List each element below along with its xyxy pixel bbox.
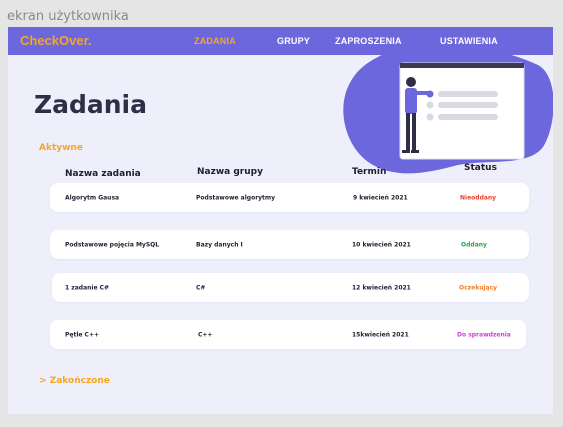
task-name: 1 zadanie C# <box>65 284 110 291</box>
table-row[interactable]: Pętle C++ C++ 15kwiecień 2021 Do sprawdz… <box>50 320 526 349</box>
deadline: 15kwiecień 2021 <box>352 331 409 338</box>
frame-label: ekran użytkownika <box>7 9 129 24</box>
status-badge: Oddany <box>461 241 487 248</box>
section-finished-toggle[interactable]: > Zakończone <box>39 376 110 386</box>
top-navigation-bar: CheckOver. ZADANIA GRUPY ZAPROSZENIA UST… <box>8 27 553 55</box>
nav-item-zadania[interactable]: ZADANIA <box>194 36 236 46</box>
task-name: Pętle C++ <box>65 331 100 338</box>
table-row[interactable]: Algorytm Gausa Podstawowe algorytmy 9 kw… <box>50 183 529 212</box>
column-header-task: Nazwa zadania <box>65 169 141 179</box>
column-header-status: Status <box>464 163 497 173</box>
table-row[interactable]: 1 zadanie C# C# 12 kwiecień 2021 Oczekuj… <box>52 273 529 302</box>
column-header-group: Nazwa grupy <box>197 167 263 177</box>
nav-item-ustawienia[interactable]: USTAWIENIA <box>440 36 498 46</box>
nav-item-zaproszenia[interactable]: ZAPROSZENIA <box>335 36 402 46</box>
table-row[interactable]: Podstawowe pojęcia MySQL Bazy danych I 1… <box>50 230 529 259</box>
status-badge: Do sprawdzenia <box>457 331 511 338</box>
task-name: Algorytm Gausa <box>65 194 120 201</box>
app-window: CheckOver. ZADANIA GRUPY ZAPROSZENIA UST… <box>8 27 553 414</box>
column-header-deadline: Termin <box>352 167 387 177</box>
status-badge: Oczekujący <box>459 284 498 291</box>
group-name: Bazy danych I <box>196 241 243 248</box>
deadline: 12 kwiecień 2021 <box>352 284 411 291</box>
deadline: 10 kwiecień 2021 <box>352 241 411 248</box>
illustration <box>343 47 553 174</box>
deadline: 9 kwiecień 2021 <box>353 194 408 201</box>
status-badge: Nieoddany <box>460 194 497 201</box>
task-name: Podstawowe pojęcia MySQL <box>65 241 160 248</box>
group-name: Podstawowe algorytmy <box>196 194 276 201</box>
section-active-label[interactable]: Aktywne <box>39 143 83 153</box>
app-logo[interactable]: CheckOver. <box>20 33 92 48</box>
page-title: Zadania <box>34 90 148 119</box>
group-name: C++ <box>198 331 213 338</box>
group-name: C# <box>196 284 206 291</box>
nav-item-grupy[interactable]: GRUPY <box>277 36 310 46</box>
